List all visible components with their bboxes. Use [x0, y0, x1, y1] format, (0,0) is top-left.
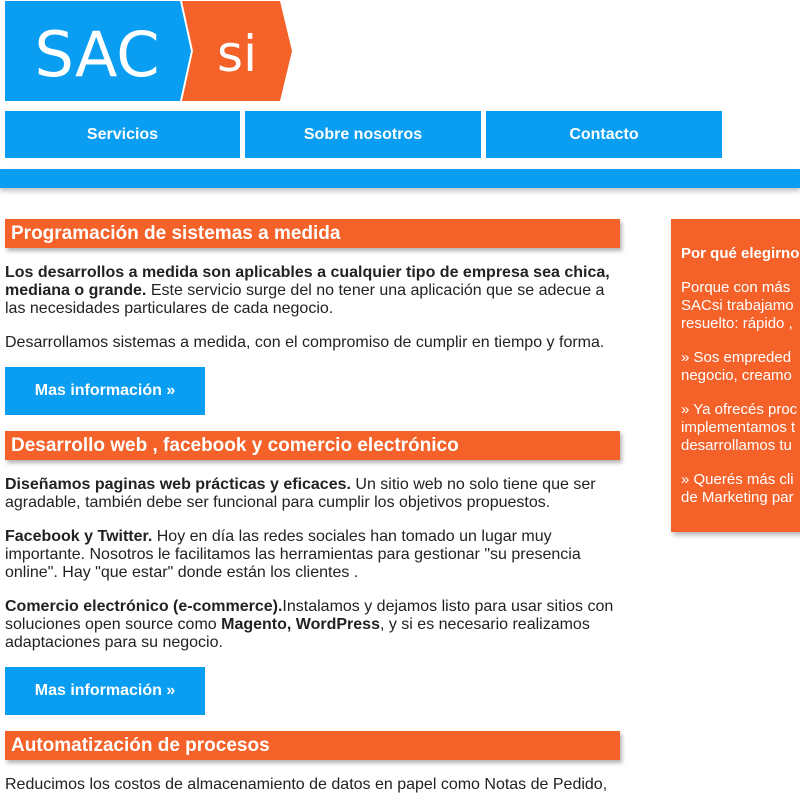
sidebar-p1-line3: resuelto: rápido , [681, 315, 793, 332]
sidebar-p2-line2: negocio, creamo [681, 367, 792, 384]
site-logo[interactable]: SAC si [5, 1, 292, 101]
sidebar-paragraph-3: » Ya ofrecés proc implementamos t desarr… [681, 401, 800, 455]
main-nav: Servicios Sobre nosotros Contacto [5, 111, 722, 158]
nav-sobre-nosotros[interactable]: Sobre nosotros [245, 111, 481, 158]
sidebar-p1-line2: SACsi trabajamo [681, 297, 794, 314]
sidebar-p3-line1: » Ya ofrecés proc [681, 401, 798, 418]
sidebar-paragraph-4: » Querés más cli de Marketing par [681, 471, 800, 507]
more-info-button-sistemas[interactable]: Mas información » [5, 367, 205, 415]
section-title-web: Desarrollo web , facebook y comercio ele… [5, 431, 620, 460]
section-web-paragraph-2: Facebook y Twitter. Hoy en día las redes… [5, 528, 620, 582]
section-automatizacion-paragraph-1: Reducimos los costos de almacenamiento d… [5, 776, 608, 793]
sidebar-p3-line2: implementamos t [681, 419, 796, 436]
section-web-paragraph-1: Diseñamos paginas web prácticas y eficac… [5, 476, 620, 512]
nav-servicios[interactable]: Servicios [5, 111, 240, 158]
sidebar-paragraph-2: » Sos empreded negocio, creamo [681, 349, 800, 385]
section-web-paragraph-3: Comercio electrónico (e-commerce).Instal… [5, 598, 620, 652]
why-choose-us-panel: Por qué elegirno Porque con más SACsi tr… [671, 219, 800, 532]
header-band [0, 169, 800, 188]
section-web-highlight-3: Comercio electrónico (e-commerce). [5, 598, 283, 615]
section-title-automatizacion: Automatización de procesos [5, 731, 620, 760]
sidebar-p4-line2: de Marketing par [681, 489, 794, 506]
logo-text-si: si [217, 25, 257, 83]
sidebar-p4-line1: » Querés más cli [681, 471, 794, 488]
sidebar-p2-line1: » Sos empreded [681, 349, 792, 366]
sidebar-title: Por qué elegirno [681, 245, 800, 262]
sidebar-p3-line3: desarrollamos tu [681, 437, 792, 454]
sidebar-p1-line1: Porque con más [681, 279, 791, 296]
section-sistemas-paragraph-2: Desarrollamos sistemas a medida, con el … [5, 334, 605, 351]
main-content: Programación de sistemas a medida Los de… [5, 219, 620, 794]
section-sistemas-paragraph-1: Los desarrollos a medida son aplicables … [5, 264, 620, 318]
section-web-highlight-4: Magento, WordPress [221, 616, 380, 633]
logo-graphic: SAC si [5, 1, 292, 101]
nav-contacto[interactable]: Contacto [486, 111, 722, 158]
section-web-highlight-2: Facebook y Twitter. [5, 528, 153, 545]
section-web-highlight-1: Diseñamos paginas web prácticas y eficac… [5, 476, 351, 493]
logo-text-sac: SAC [34, 18, 159, 91]
sidebar-paragraph-1: Porque con más SACsi trabajamo resuelto:… [681, 279, 800, 333]
section-title-sistemas: Programación de sistemas a medida [5, 219, 620, 248]
more-info-button-web[interactable]: Mas información » [5, 667, 205, 715]
